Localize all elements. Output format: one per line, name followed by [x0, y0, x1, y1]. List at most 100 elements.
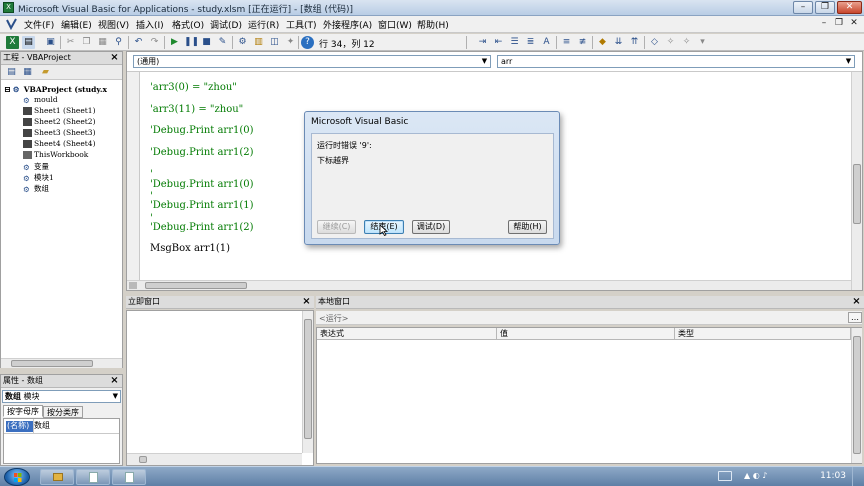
properties-panel-close-icon[interactable]: ×	[109, 376, 120, 387]
toggle-bookmark-icon[interactable]: ◆	[596, 36, 609, 49]
taskbar-window-icon[interactable]	[76, 469, 110, 485]
property-value-cell[interactable]: 数组	[34, 421, 50, 431]
menu-run[interactable]: 运行(R)	[248, 18, 279, 31]
project-explorer-icon[interactable]: ⚙	[236, 36, 249, 49]
column-expression[interactable]: 表达式	[317, 328, 497, 340]
view-code-icon[interactable]: ▤	[5, 66, 18, 79]
immediate-hscroll-thumb[interactable]	[139, 456, 147, 463]
menu-insert[interactable]: 插入(I)	[136, 18, 164, 31]
menu-tools[interactable]: 工具(T)	[286, 18, 317, 31]
immediate-vscroll-thumb[interactable]	[304, 319, 312, 439]
code-line[interactable]: 'arr3(0) = "zhou"	[150, 82, 237, 93]
tree-item-sheet4[interactable]: Sheet4 (Sheet4)	[23, 139, 96, 148]
view-toggle-icon[interactable]	[129, 282, 137, 289]
view-excel-icon[interactable]: X	[6, 36, 19, 49]
menu-debug[interactable]: 调试(D)	[210, 18, 242, 31]
procedure-combo[interactable]: arr ▼	[497, 55, 855, 68]
insert-module-icon[interactable]: ▤	[22, 36, 35, 49]
toggle-folders-icon[interactable]: ▰	[39, 66, 52, 79]
code-vscroll-thumb[interactable]	[853, 164, 861, 224]
help-button[interactable]: 帮助(H)	[508, 220, 547, 234]
tab-categorized[interactable]: 按分类序	[43, 406, 83, 418]
parameter-info-icon[interactable]: ✧	[680, 36, 693, 49]
toolbar-options-icon[interactable]: ▾	[696, 36, 709, 49]
immediate-close-icon[interactable]: ×	[301, 297, 312, 308]
column-value[interactable]: 值	[497, 328, 675, 340]
mdi-restore-button[interactable]: ❐	[832, 18, 846, 30]
design-mode-icon[interactable]: ✎	[216, 36, 229, 49]
outdent-icon[interactable]: ⇤	[492, 36, 505, 49]
immediate-content[interactable]	[126, 310, 314, 466]
properties-object-select[interactable]: 数组 模块 ▼	[2, 390, 121, 403]
tree-item-variables-module[interactable]: ⚙ 变量	[23, 161, 49, 172]
code-line[interactable]: 'Debug.Print arr1(0)	[150, 125, 254, 136]
tree-item-sheet3[interactable]: Sheet3 (Sheet3)	[23, 128, 96, 137]
locals-vscroll-thumb[interactable]	[853, 336, 861, 454]
redo-icon[interactable]: ↷	[148, 36, 161, 49]
break-icon[interactable]: ❚❚	[184, 36, 199, 49]
mdi-close-button[interactable]: ✕	[847, 18, 861, 30]
tree-root-node[interactable]: ⊟ ⚙ VBAProject (study.x	[4, 84, 107, 94]
keyboard-icon[interactable]	[718, 471, 732, 481]
list-members-icon[interactable]: ☰	[508, 36, 521, 49]
menu-view[interactable]: 视图(V)	[98, 18, 129, 31]
find-icon[interactable]: ⚲	[112, 36, 125, 49]
continue-button[interactable]: 继续(C)	[317, 220, 356, 234]
object-combo[interactable]: (通用) ▼	[133, 55, 491, 68]
taskbar-clock[interactable]: 11:03	[820, 471, 846, 481]
tab-alphabetic[interactable]: 按字母序	[3, 405, 43, 417]
paste-icon[interactable]: ▦	[96, 36, 109, 49]
code-hscroll-thumb[interactable]	[145, 282, 247, 289]
call-stack-button[interactable]: …	[848, 312, 862, 323]
menu-edit[interactable]: 编辑(E)	[61, 18, 92, 31]
cut-icon[interactable]: ✂	[64, 36, 77, 49]
debug-button[interactable]: 调试(D)	[412, 220, 450, 234]
menu-help[interactable]: 帮助(H)	[417, 18, 449, 31]
menu-addins[interactable]: 外接程序(A)	[323, 18, 372, 31]
help-icon[interactable]: ?	[301, 36, 314, 49]
tree-item-mould[interactable]: ⚙ mould	[23, 95, 58, 105]
immediate-hscroll[interactable]	[127, 453, 302, 465]
code-line[interactable]: 'Debug.Print arr1(2)	[150, 147, 254, 158]
code-line[interactable]: 'Debug.Print arr1(2)	[150, 222, 254, 233]
next-bookmark-icon[interactable]: ⇊	[612, 36, 625, 49]
uncomment-block-icon[interactable]: ≢	[576, 36, 589, 49]
previous-bookmark-icon[interactable]: ⇈	[628, 36, 641, 49]
locals-close-icon[interactable]: ×	[851, 297, 862, 308]
tree-item-sheet1[interactable]: Sheet1 (Sheet1)	[23, 106, 96, 115]
code-line[interactable]: 'arr3(11) = "zhou"	[150, 104, 243, 115]
margin-indicator-bar[interactable]	[127, 72, 140, 280]
locals-vscroll[interactable]	[851, 328, 862, 463]
code-vscroll[interactable]	[851, 72, 862, 290]
copy-icon[interactable]: ❐	[80, 36, 93, 49]
immediate-vscroll[interactable]	[302, 311, 313, 453]
taskbar-explorer-icon[interactable]	[40, 469, 74, 485]
tree-item-array-module[interactable]: ⚙ 数组	[23, 183, 49, 194]
close-button[interactable]: ✕	[837, 1, 862, 14]
toolbox-icon[interactable]: ✦	[284, 36, 297, 49]
complete-word-icon[interactable]: A	[540, 36, 553, 49]
code-line[interactable]: 'Debug.Print arr1(1)	[150, 200, 254, 211]
undo-icon[interactable]: ↶	[132, 36, 145, 49]
menu-file[interactable]: 文件(F)	[24, 18, 54, 31]
tree-item-thisworkbook[interactable]: ThisWorkbook	[23, 150, 88, 159]
property-name-cell[interactable]: (名称)	[6, 421, 33, 432]
start-button[interactable]	[4, 468, 30, 486]
column-type[interactable]: 类型	[675, 328, 851, 340]
vba-menu-icon[interactable]	[5, 17, 18, 31]
project-hscroll[interactable]	[1, 358, 122, 368]
comment-block-icon[interactable]: ≡	[560, 36, 573, 49]
clear-bookmarks-icon[interactable]: ◇	[648, 36, 661, 49]
tree-item-module1[interactable]: ⚙ 模块1	[23, 172, 54, 183]
view-object-icon[interactable]: ▦	[21, 66, 34, 79]
system-tray-icons[interactable]: ▲ ◐ ♪	[744, 471, 804, 483]
menu-format[interactable]: 格式(O)	[172, 18, 204, 31]
indent-icon[interactable]: ⇥	[476, 36, 489, 49]
mdi-minimize-button[interactable]: –	[817, 18, 831, 30]
tree-item-sheet2[interactable]: Sheet2 (Sheet2)	[23, 117, 96, 126]
show-desktop-button[interactable]	[852, 467, 864, 486]
minimize-button[interactable]: –	[793, 1, 813, 14]
code-line[interactable]: 'Debug.Print arr1(0)	[150, 179, 254, 190]
project-hscroll-thumb[interactable]	[11, 360, 93, 367]
quick-info-icon[interactable]: ✧	[664, 36, 677, 49]
